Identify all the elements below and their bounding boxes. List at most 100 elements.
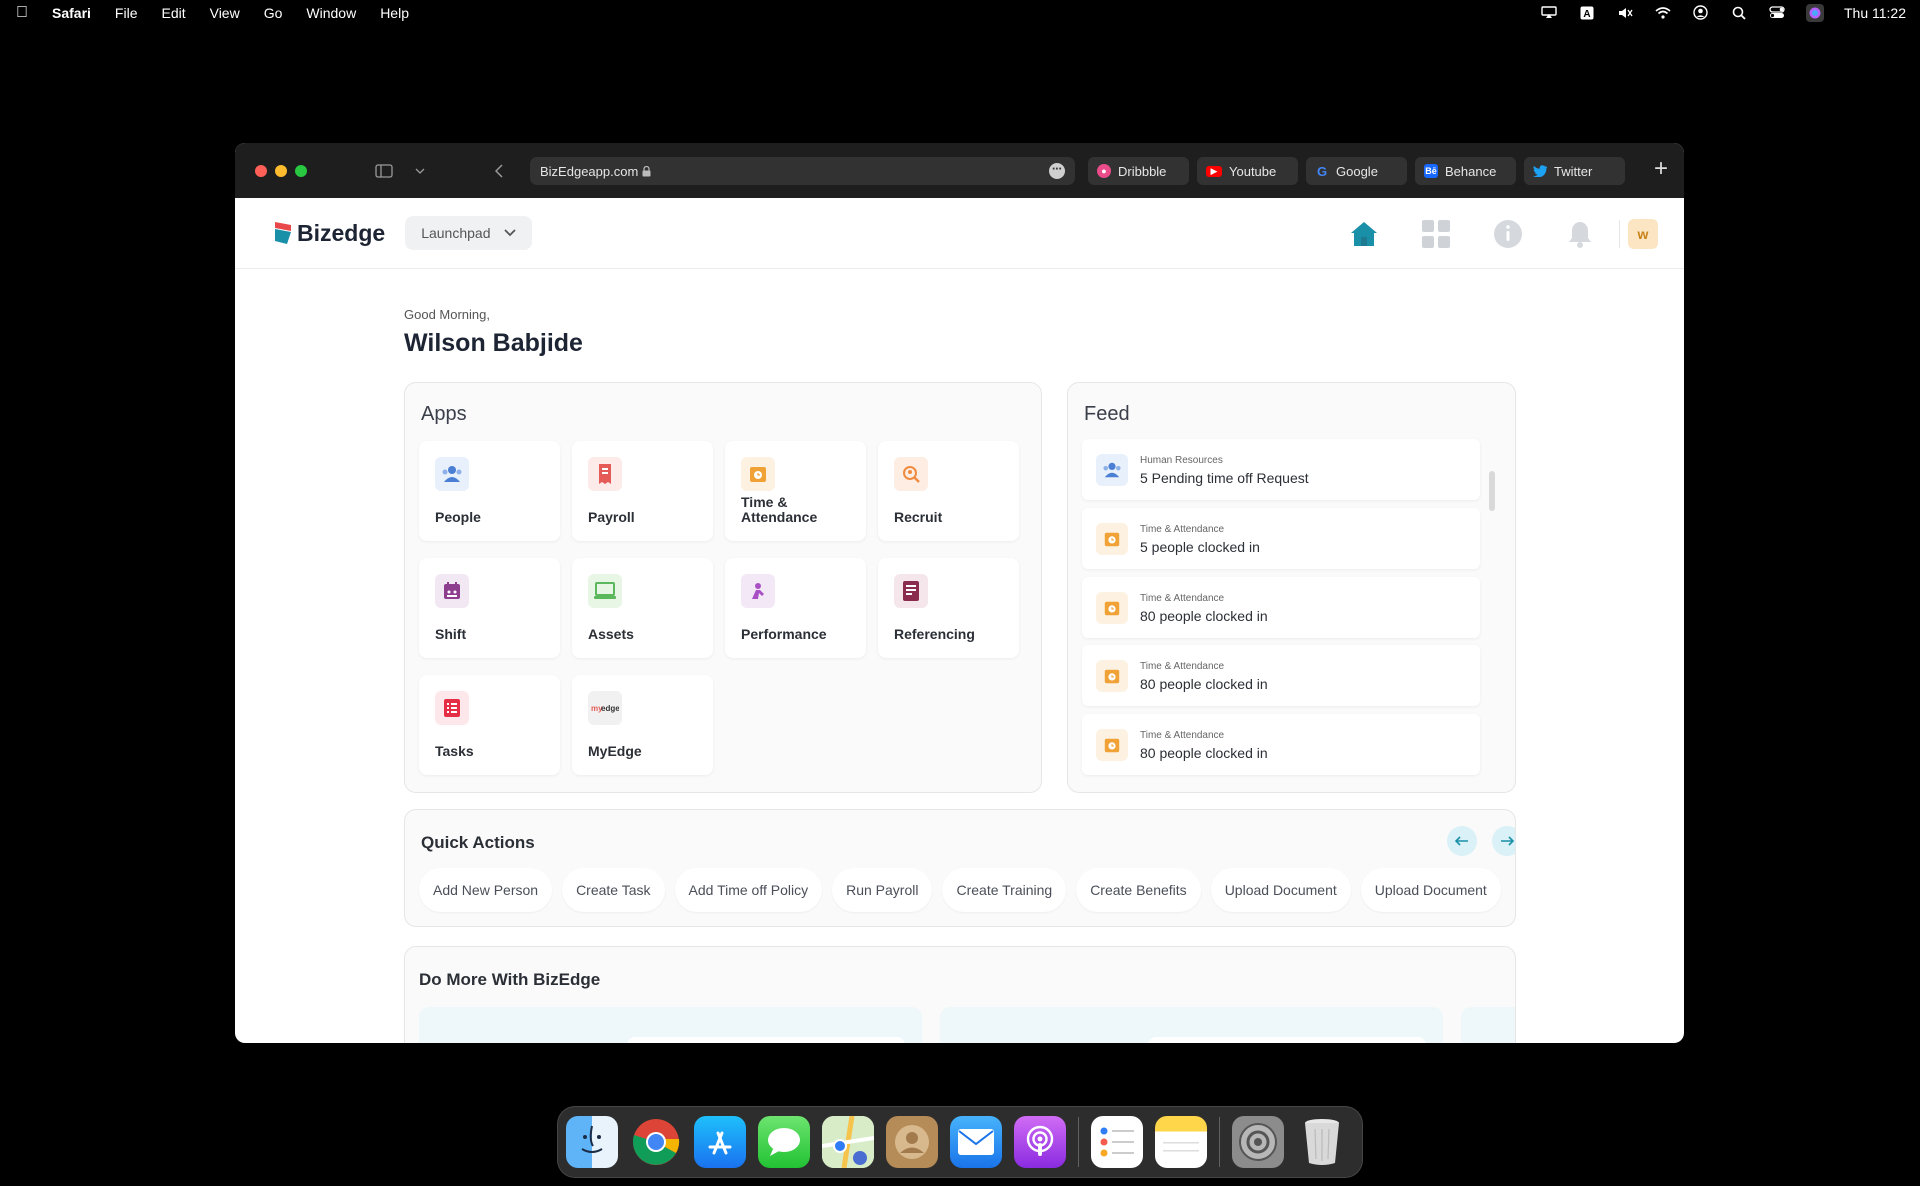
calendar-icon [435, 574, 469, 608]
feed-item[interactable]: Time & Attendance 80 people clocked in [1082, 577, 1480, 638]
airplay-icon[interactable] [1540, 6, 1558, 20]
address-bar[interactable]: BizEdgeapp.com ⋯ [530, 157, 1075, 185]
quick-action-create-benefits[interactable]: Create Benefits [1076, 868, 1201, 912]
quick-action-run-payroll[interactable]: Run Payroll [832, 868, 933, 912]
control-center-icon[interactable] [1768, 6, 1786, 20]
promo-card[interactable] [419, 1007, 922, 1043]
quick-action-create-task[interactable]: Create Task [562, 868, 665, 912]
lock-icon [642, 165, 651, 177]
maps-icon[interactable] [822, 1116, 874, 1168]
promo-card[interactable] [940, 1007, 1443, 1043]
favorite-twitter[interactable]: Twitter [1524, 157, 1625, 185]
promo-card[interactable] [1461, 1007, 1515, 1043]
siri-icon[interactable] [1805, 3, 1824, 22]
favorite-label: Twitter [1554, 163, 1593, 179]
app-tile-label: Recruit [894, 509, 943, 525]
app-tile-label: Performance [741, 626, 827, 642]
reminders-icon[interactable] [1091, 1116, 1143, 1168]
menu-view[interactable]: View [210, 5, 240, 21]
quick-actions-prev-button[interactable] [1447, 826, 1477, 856]
favorite-youtube[interactable]: ▶ Youtube [1197, 157, 1298, 185]
grid-icon[interactable] [1419, 217, 1453, 251]
menu-window[interactable]: Window [306, 5, 356, 21]
quick-action-add-time-off-policy[interactable]: Add Time off Policy [674, 868, 823, 912]
system-settings-icon[interactable] [1232, 1116, 1284, 1168]
wifi-icon[interactable] [1654, 6, 1672, 20]
clock-icon [1096, 523, 1128, 555]
quick-action-add-new-person[interactable]: Add New Person [419, 868, 553, 912]
menu-go[interactable]: Go [264, 5, 283, 21]
chrome-icon[interactable] [630, 1116, 682, 1168]
keyboard-input-icon[interactable]: A [1578, 6, 1596, 20]
user-icon[interactable] [1692, 5, 1710, 20]
trash-icon[interactable] [1296, 1116, 1348, 1168]
contacts-icon[interactable] [886, 1116, 938, 1168]
feed-item[interactable]: Human Resources 5 Pending time off Reque… [1082, 439, 1480, 500]
page-menu-icon[interactable]: ⋯ [1049, 163, 1065, 179]
app-tile-people[interactable]: People [419, 441, 560, 541]
bell-icon[interactable] [1563, 217, 1597, 251]
quick-action-upload-document[interactable]: Upload Document [1210, 868, 1351, 912]
spotlight-icon[interactable] [1730, 6, 1748, 20]
mute-icon[interactable] [1616, 6, 1634, 20]
chevron-down-icon [504, 229, 517, 237]
launchpad-dropdown[interactable]: Launchpad [405, 216, 533, 250]
menubar-clock[interactable]: Thu 11:22 [1844, 5, 1906, 21]
youtube-icon: ▶ [1206, 165, 1222, 177]
feed-item[interactable]: Time & Attendance 80 people clocked in [1082, 714, 1480, 775]
zoom-window-button[interactable] [295, 164, 307, 177]
quick-actions-next-button[interactable] [1492, 826, 1515, 856]
app-tile-myedge[interactable]: my edge MyEdge [572, 675, 713, 775]
app-tile-time-attendance[interactable]: Time & Attendance [725, 441, 866, 541]
app-tile-performance[interactable]: Performance [725, 558, 866, 658]
favorite-behance[interactable]: Bē Behance [1415, 157, 1516, 185]
feed-text: 5 Pending time off Request [1140, 470, 1309, 486]
promo-card-content [627, 1037, 905, 1043]
mail-icon[interactable] [950, 1116, 1002, 1168]
notes-icon[interactable] [1155, 1116, 1207, 1168]
feed-item[interactable]: Time & Attendance 80 people clocked in [1082, 645, 1480, 706]
finder-icon[interactable] [566, 1116, 618, 1168]
close-window-button[interactable] [255, 164, 267, 177]
messages-icon[interactable] [758, 1116, 810, 1168]
tab-group-chevron-icon[interactable] [415, 168, 425, 174]
feed-category: Human Resources [1140, 455, 1223, 466]
menu-safari[interactable]: Safari [52, 5, 91, 21]
feed-text: 5 people clocked in [1140, 539, 1260, 555]
menu-edit[interactable]: Edit [161, 5, 185, 21]
url-text: BizEdgeapp.com [540, 163, 639, 179]
info-icon[interactable] [1491, 217, 1525, 251]
people-icon [1096, 454, 1128, 486]
menu-file[interactable]: File [115, 5, 138, 21]
feed-item[interactable]: Time & Attendance 5 people clocked in [1082, 508, 1480, 569]
app-tile-shift[interactable]: Shift [419, 558, 560, 658]
document-icon [894, 574, 928, 608]
app-tile-recruit[interactable]: Recruit [878, 441, 1019, 541]
minimize-window-button[interactable] [275, 164, 287, 177]
quick-action-create-training[interactable]: Create Training [942, 868, 1067, 912]
favorite-dribbble[interactable]: ● Dribbble [1088, 157, 1189, 185]
menu-help[interactable]: Help [380, 5, 409, 21]
app-tile-label: Referencing [894, 626, 975, 642]
favorites-bar: ● Dribbble ▶ Youtube G Google Bē Behance… [1088, 157, 1625, 185]
favorite-google[interactable]: G Google [1306, 157, 1407, 185]
people-icon [435, 457, 469, 491]
home-icon[interactable] [1347, 217, 1381, 251]
sidebar-toggle-icon[interactable] [375, 163, 393, 178]
app-store-icon[interactable] [694, 1116, 746, 1168]
back-icon[interactable] [495, 163, 503, 178]
app-tile-assets[interactable]: Assets [572, 558, 713, 658]
podcasts-icon[interactable] [1014, 1116, 1066, 1168]
app-tile-label: Payroll [588, 509, 635, 525]
user-avatar[interactable]: w [1628, 218, 1658, 249]
app-tile-payroll[interactable]: Payroll [572, 441, 713, 541]
apple-icon[interactable]:  [16, 4, 28, 22]
bizedge-logo[interactable]: Bizedge [273, 220, 385, 247]
arrow-left-icon [1455, 836, 1468, 846]
app-tile-referencing[interactable]: Referencing [878, 558, 1019, 658]
app-tile-tasks[interactable]: Tasks [419, 675, 560, 775]
new-tab-button[interactable]: + [1654, 155, 1668, 183]
promo-card-content [1148, 1037, 1426, 1043]
quick-action-upload-document[interactable]: Upload Document [1360, 868, 1501, 912]
feed-scrollbar[interactable] [1489, 471, 1495, 511]
